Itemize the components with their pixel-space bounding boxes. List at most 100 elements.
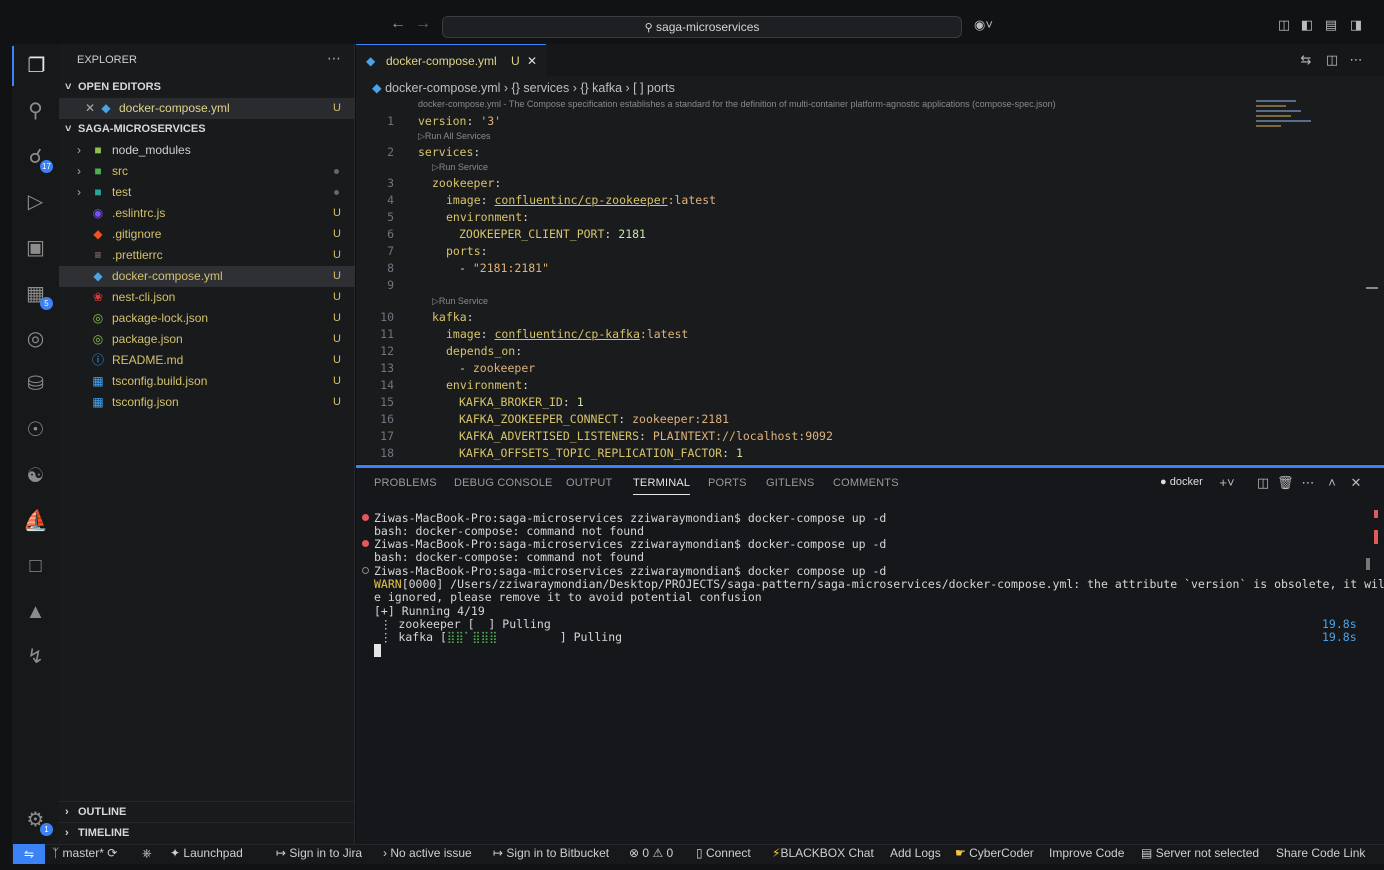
tree-item-src[interactable]: › ■ src: [59, 161, 355, 182]
tree-item-package[interactable]: ◎ package.json U: [59, 329, 355, 350]
gitlens-icon[interactable]: ☉: [12, 410, 59, 450]
explorer-icon[interactable]: ❐: [12, 46, 59, 86]
code-line[interactable]: - zookeeper: [459, 361, 535, 375]
breadcrumb-item[interactable]: [ ] ports: [633, 81, 675, 95]
code-line[interactable]: - "2181:2181": [459, 261, 549, 275]
docker-icon[interactable]: ⛵: [12, 501, 59, 541]
branch-status[interactable]: ᛉ master* ⟳: [52, 846, 117, 860]
tab-output[interactable]: OUTPUT: [566, 477, 612, 489]
tab-docker-compose[interactable]: ◆ docker-compose.yml U ✕: [356, 44, 546, 76]
code-line[interactable]: KAFKA_ZOOKEEPER_CONNECT: zookeeper:2181: [459, 412, 729, 426]
open-editor-item[interactable]: ✕ ◆ docker-compose.yml U: [59, 98, 355, 119]
code-line[interactable]: KAFKA_BROKER_ID: 1: [459, 395, 584, 409]
project-section[interactable]: ˅ SAGA-MICROSERVICES: [59, 119, 355, 140]
copilot-icon[interactable]: ◉˅: [974, 17, 993, 33]
breadcrumb-item[interactable]: {} services: [512, 81, 570, 95]
code-line[interactable]: services:: [418, 145, 480, 159]
comments-icon[interactable]: □: [12, 546, 59, 586]
command-center-search[interactable]: ⚲ saga-microservices: [442, 16, 962, 38]
launchpad-status[interactable]: ✦ Launchpad: [170, 846, 243, 860]
extensions-icon[interactable]: ▦ 5: [12, 274, 59, 314]
image-link[interactable]: confluentinc/cp-zookeeper: [494, 193, 667, 207]
error-decoration[interactable]: [362, 514, 369, 521]
tab-problems[interactable]: PROBLEMS: [374, 477, 437, 489]
code-line[interactable]: ZOOKEEPER_CLIENT_PORT: 2181: [459, 227, 646, 241]
split-editor-icon[interactable]: ◫: [1324, 52, 1340, 68]
code-line[interactable]: image: confluentinc/cp-kafka:latest: [446, 327, 688, 341]
tree-item-package-lock[interactable]: ◎ package-lock.json U: [59, 308, 355, 329]
code-line[interactable]: KAFKA_ADVERTISED_LISTENERS: PLAINTEXT://…: [459, 429, 833, 443]
maximize-panel-icon[interactable]: ˄: [1324, 475, 1340, 491]
minimap[interactable]: [1256, 98, 1316, 138]
codelens-run-all[interactable]: ▷Run All Services: [418, 131, 490, 142]
code-line[interactable]: image: confluentinc/cp-zookeeper:latest: [446, 193, 716, 207]
code-line[interactable]: depends_on:: [446, 344, 522, 358]
toggle-primary-sidebar-icon[interactable]: ◧: [1299, 17, 1315, 33]
close-icon[interactable]: ✕: [527, 45, 537, 77]
tab-gitlens[interactable]: GITLENS: [766, 477, 814, 489]
run-debug-icon[interactable]: ▷: [12, 182, 59, 222]
tree-item-test[interactable]: › ■ test: [59, 182, 355, 203]
close-icon[interactable]: ✕: [85, 98, 95, 119]
forward-arrow-icon[interactable]: →: [415, 15, 431, 33]
more-actions-icon[interactable]: ⋯: [327, 50, 341, 67]
tab-terminal[interactable]: TERMINAL: [633, 477, 691, 495]
testing-icon[interactable]: ◎: [12, 319, 59, 359]
server-status[interactable]: ▤ Server not selected: [1141, 846, 1259, 860]
problems-status[interactable]: ⊗ 0 ⚠ 0: [629, 846, 673, 860]
code-line[interactable]: environment:: [446, 210, 529, 224]
connect-status[interactable]: ▯ Connect: [696, 846, 751, 860]
remote-explorer-icon[interactable]: ▣: [12, 228, 59, 268]
python-icon[interactable]: ☯: [12, 456, 59, 496]
open-editors-section[interactable]: ˅ OPEN EDITORS: [59, 77, 355, 98]
tree-item-node-modules[interactable]: › ■ node_modules: [59, 140, 355, 161]
tree-item-gitignore[interactable]: ◆ .gitignore U: [59, 224, 355, 245]
tree-item-tsconfig[interactable]: ▦ tsconfig.json U: [59, 392, 355, 413]
improve-code-button[interactable]: Improve Code: [1049, 846, 1124, 860]
outline-section[interactable]: › OUTLINE: [59, 801, 355, 822]
code-line[interactable]: environment:: [446, 378, 529, 392]
breadcrumb-item[interactable]: docker-compose.yml: [385, 81, 500, 95]
bitbucket-status[interactable]: ↦ Sign in to Bitbucket: [493, 846, 609, 860]
tree-item-nest-cli[interactable]: ❀ nest-cli.json U: [59, 287, 355, 308]
tab-ports[interactable]: PORTS: [708, 477, 747, 489]
lightning-icon[interactable]: ↯: [12, 637, 59, 677]
code-line[interactable]: version: '3': [418, 114, 501, 128]
tab-comments[interactable]: COMMENTS: [833, 477, 899, 489]
tree-item-readme[interactable]: ⓘ README.md U: [59, 350, 355, 371]
trash-icon[interactable]: 🗑: [1277, 475, 1294, 491]
codelens-run-service[interactable]: ▷Run Service: [432, 296, 488, 307]
terminal-selector[interactable]: ● docker: [1160, 476, 1203, 488]
new-terminal-icon[interactable]: +˅: [1219, 475, 1235, 491]
search-icon[interactable]: ⚲: [12, 91, 59, 131]
close-panel-icon[interactable]: ✕: [1348, 475, 1364, 491]
compare-changes-icon[interactable]: ⇆: [1298, 52, 1314, 68]
jira-status[interactable]: ↦ Sign in to Jira: [276, 846, 362, 860]
toggle-panel-icon[interactable]: ▤: [1323, 17, 1339, 33]
remote-indicator-icon[interactable]: ⇋: [13, 844, 45, 864]
share-code-link-button[interactable]: Share Code Link: [1276, 846, 1365, 860]
tree-item-tsconfig-build[interactable]: ▦ tsconfig.build.json U: [59, 371, 355, 392]
customize-layout-icon[interactable]: ◫: [1276, 17, 1292, 33]
editor-more-icon[interactable]: ⋯: [1348, 52, 1364, 68]
tab-debug-console[interactable]: DEBUG CONSOLE: [454, 477, 553, 489]
database-icon[interactable]: ⛁: [12, 364, 59, 404]
deploy-icon[interactable]: ▲: [12, 592, 59, 632]
blackbox-status[interactable]: ⚡BLACKBOX Chat: [772, 846, 874, 860]
error-decoration[interactable]: [362, 540, 369, 547]
manage-gear-icon[interactable]: ⚙ 1: [12, 800, 59, 840]
panel-more-icon[interactable]: ⋯: [1300, 475, 1316, 491]
add-logs-button[interactable]: Add Logs: [890, 846, 941, 860]
timeline-section[interactable]: › TIMELINE: [59, 822, 355, 843]
code-line[interactable]: zookeeper:: [432, 176, 501, 190]
code-line[interactable]: KAFKA_OFFSETS_TOPIC_REPLICATION_FACTOR: …: [459, 446, 743, 460]
terminal-scrollbar[interactable]: [1366, 558, 1370, 570]
cybercoder-status[interactable]: ☛ CyberCoder: [955, 846, 1034, 860]
back-arrow-icon[interactable]: ←: [390, 15, 406, 33]
code-line[interactable]: kafka:: [432, 310, 474, 324]
codelens-run-service[interactable]: ▷Run Service: [432, 162, 488, 173]
source-control-icon[interactable]: ☌ 17: [12, 137, 59, 177]
tree-item-prettierrc[interactable]: ≡ .prettierrc U: [59, 245, 355, 266]
tree-item-docker-compose[interactable]: ◆ docker-compose.yml U: [59, 266, 355, 287]
toggle-secondary-sidebar-icon[interactable]: ◨: [1348, 17, 1364, 33]
